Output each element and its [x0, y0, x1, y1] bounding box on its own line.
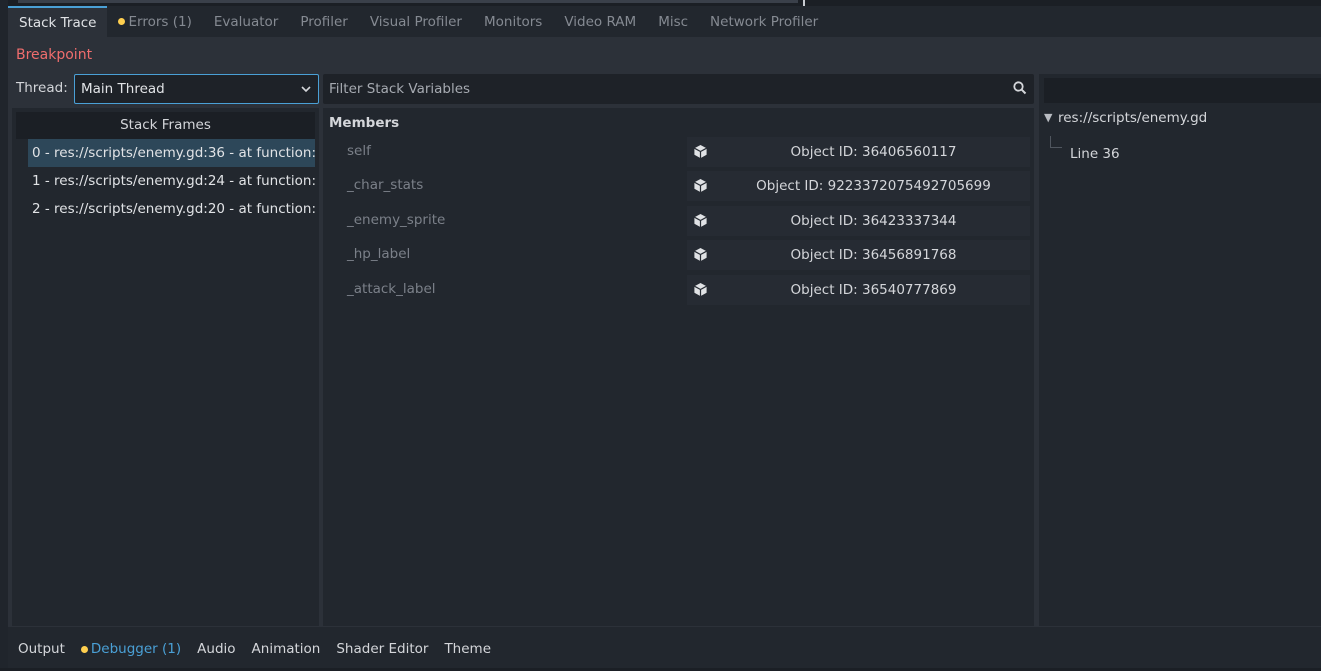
- members-inspector: Members self Object ID: 36406560117 _cha…: [323, 108, 1034, 626]
- debugger-tabs: Stack Trace Errors (1) Evaluator Profile…: [8, 6, 1321, 37]
- tab-misc[interactable]: Misc: [647, 6, 699, 37]
- status-label: Breakpoint: [16, 47, 93, 63]
- bottom-tab-label: Debugger (1): [90, 641, 182, 657]
- bottom-tab-output[interactable]: Output: [18, 641, 65, 657]
- search-icon: [1013, 81, 1027, 95]
- bottom-tab-debugger[interactable]: Debugger (1): [80, 641, 182, 657]
- member-name: _hp_label: [347, 246, 411, 262]
- tab-label: Network Profiler: [710, 13, 819, 30]
- bottom-tab-animation[interactable]: Animation: [252, 641, 321, 657]
- stack-frame-item[interactable]: 1 - res://scripts/enemy.gd:24 - at funct…: [28, 167, 315, 195]
- warning-dot-icon: [80, 646, 88, 653]
- breakpoint-line-item[interactable]: Line 36: [1070, 146, 1120, 162]
- tab-errors[interactable]: Errors (1): [107, 6, 202, 37]
- member-value[interactable]: Object ID: 36540777869: [687, 275, 1030, 305]
- object-cube-icon: [694, 144, 707, 159]
- tab-label: Misc: [658, 13, 689, 30]
- tab-evaluator[interactable]: Evaluator: [203, 6, 289, 37]
- members-section-title: Members: [329, 115, 400, 131]
- bottom-tab-shader-editor[interactable]: Shader Editor: [336, 641, 428, 657]
- tree-connector: [1050, 136, 1062, 148]
- breakpoints-tree: ▼ res://scripts/enemy.gd Line 36: [1039, 74, 1321, 626]
- member-value[interactable]: Object ID: 36406560117: [687, 137, 1030, 167]
- thread-label: Thread:: [16, 80, 68, 96]
- tab-label: Profiler: [300, 13, 348, 30]
- filter-stack-variables-input[interactable]: Filter Stack Variables: [323, 74, 1034, 104]
- tab-label: Errors (1): [128, 13, 192, 30]
- stack-frame-item[interactable]: 2 - res://scripts/enemy.gd:20 - at funct…: [28, 195, 315, 223]
- tab-stack-trace[interactable]: Stack Trace: [8, 6, 108, 37]
- bottom-panel-tabs: Output Debugger (1) Audio Animation Shad…: [8, 627, 1321, 671]
- tab-visual-profiler[interactable]: Visual Profiler: [359, 6, 473, 37]
- chevron-down-icon: [301, 86, 311, 93]
- tab-label: Visual Profiler: [369, 13, 462, 30]
- object-cube-icon: [694, 178, 707, 193]
- tab-label: Monitors: [483, 13, 543, 30]
- member-value-text: Object ID: 36423337344: [790, 213, 957, 229]
- tab-video-ram[interactable]: Video RAM: [553, 6, 647, 37]
- bottom-tab-theme[interactable]: Theme: [444, 641, 491, 657]
- member-name: _enemy_sprite: [347, 212, 446, 228]
- tab-profiler[interactable]: Profiler: [289, 6, 359, 37]
- breakpoint-file-item[interactable]: res://scripts/enemy.gd: [1058, 110, 1207, 126]
- member-value-text: Object ID: 36540777869: [790, 282, 957, 298]
- member-value[interactable]: Object ID: 9223372075492705699: [687, 171, 1030, 201]
- collapse-arrow-icon[interactable]: ▼: [1044, 111, 1052, 124]
- tab-network-profiler[interactable]: Network Profiler: [699, 6, 829, 37]
- breakpoints-tree-header: [1044, 78, 1321, 103]
- thread-select-value: Main Thread: [81, 81, 165, 97]
- tab-label: Stack Trace: [19, 14, 97, 31]
- member-value[interactable]: Object ID: 36456891768: [687, 240, 1030, 270]
- member-value-text: Object ID: 36456891768: [790, 247, 957, 263]
- member-value-text: Object ID: 9223372075492705699: [756, 178, 991, 194]
- stack-frames-list: Stack Frames 0 - res://scripts/enemy.gd:…: [12, 108, 319, 626]
- stack-frame-item[interactable]: 0 - res://scripts/enemy.gd:36 - at funct…: [28, 139, 315, 167]
- object-cube-icon: [694, 247, 707, 262]
- tab-label: Video RAM: [564, 13, 637, 30]
- bottom-tab-audio[interactable]: Audio: [197, 641, 235, 657]
- member-value[interactable]: Object ID: 36423337344: [687, 206, 1030, 236]
- stack-frames-header: Stack Frames: [16, 112, 315, 139]
- member-name: _attack_label: [347, 281, 436, 297]
- tab-label: Evaluator: [213, 13, 279, 30]
- object-cube-icon: [694, 213, 707, 228]
- warning-dot-icon: [118, 18, 126, 25]
- member-value-text: Object ID: 36406560117: [790, 144, 957, 160]
- filter-placeholder: Filter Stack Variables: [329, 81, 471, 97]
- thread-select[interactable]: Main Thread: [74, 74, 319, 104]
- object-cube-icon: [694, 282, 707, 297]
- member-name: _char_stats: [347, 177, 424, 193]
- tab-monitors[interactable]: Monitors: [473, 6, 553, 37]
- member-name: self: [347, 143, 371, 159]
